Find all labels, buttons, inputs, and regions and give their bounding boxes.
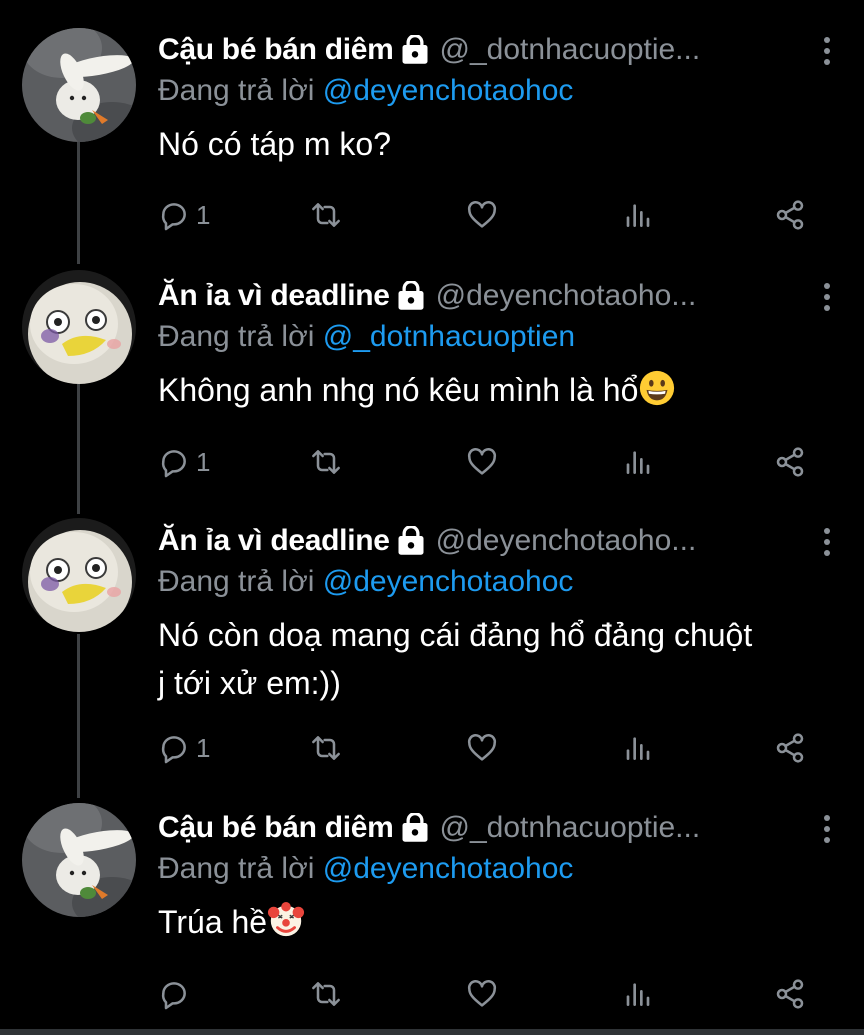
views-button[interactable] xyxy=(622,976,654,1012)
retweet-button[interactable] xyxy=(310,197,342,233)
reply-button[interactable] xyxy=(158,976,196,1012)
share-icon xyxy=(774,199,806,231)
retweet-icon xyxy=(310,978,342,1010)
reply-count: 1 xyxy=(196,732,211,763)
retweet-button[interactable] xyxy=(310,730,342,766)
grinning-face-emoji xyxy=(638,369,676,407)
retweet-icon xyxy=(310,199,342,231)
reply-icon xyxy=(158,732,190,764)
share-icon xyxy=(774,446,806,478)
display-name[interactable]: Cậu bé bán diêm xyxy=(158,811,394,845)
tweet-text: Không anh nhg nó kêu mình là hổ xyxy=(158,372,639,408)
like-button[interactable] xyxy=(466,976,498,1012)
like-icon xyxy=(466,199,498,231)
tweet-thread: Cậu bé bán diêm @_dotnhacuoptie... Đang … xyxy=(0,0,864,1035)
reply-count: 1 xyxy=(196,446,211,477)
thread-connector xyxy=(77,634,80,798)
tweet-text-line: j tới xử em:)) xyxy=(158,665,341,701)
action-bar xyxy=(0,976,864,1012)
views-icon xyxy=(622,199,654,231)
display-name[interactable]: Ăn ỉa vì deadline xyxy=(158,524,390,558)
replying-to: Đang trả lời @deyenchotaohoc xyxy=(158,74,834,114)
reply-mention-link[interactable]: @deyenchotaohoc xyxy=(323,74,574,107)
share-button[interactable] xyxy=(774,197,806,233)
rabbit-avatar[interactable] xyxy=(22,803,136,917)
retweet-button[interactable] xyxy=(310,976,342,1012)
views-icon xyxy=(622,978,654,1010)
tweet-text: Nó còn doạ mang cái đảng hổ đảng chuột j… xyxy=(158,611,834,707)
lock-icon xyxy=(396,526,426,556)
replying-to: Đang trả lời @deyenchotaohoc xyxy=(158,852,834,892)
views-button[interactable] xyxy=(622,730,654,766)
share-button[interactable] xyxy=(774,976,806,1012)
reply-count: 1 xyxy=(196,199,211,230)
like-icon xyxy=(466,732,498,764)
reply-button[interactable]: 1 xyxy=(158,197,210,233)
reply-prefix: Đang trả lời xyxy=(158,74,315,107)
views-icon xyxy=(622,732,654,764)
lock-icon xyxy=(400,35,430,65)
reply-mention-link[interactable]: @_dotnhacuoptien xyxy=(323,320,575,353)
reply-mention-link[interactable]: @deyenchotaohoc xyxy=(323,852,574,885)
tweet-text-container: Không anh nhg nó kêu mình là hổ xyxy=(158,366,834,414)
share-button[interactable] xyxy=(774,444,806,480)
replying-to: Đang trả lời @deyenchotaohoc xyxy=(158,565,834,605)
retweet-icon xyxy=(310,732,342,764)
reply-mention-link[interactable]: @deyenchotaohoc xyxy=(323,565,574,598)
reply-icon xyxy=(158,199,190,231)
retweet-button[interactable] xyxy=(310,444,342,480)
more-icon[interactable] xyxy=(820,814,834,844)
views-button[interactable] xyxy=(622,444,654,480)
reply-prefix: Đang trả lời xyxy=(158,320,315,353)
tweet-text-container: Trúa hề xyxy=(158,898,834,946)
replying-to: Đang trả lời @_dotnhacuoptien xyxy=(158,320,834,360)
like-button[interactable] xyxy=(466,197,498,233)
action-bar: 1 xyxy=(0,197,864,233)
share-icon xyxy=(774,732,806,764)
like-button[interactable] xyxy=(466,730,498,766)
user-handle[interactable]: @deyenchotaoho... xyxy=(436,279,697,313)
views-button[interactable] xyxy=(622,197,654,233)
bottom-divider xyxy=(0,1029,864,1035)
like-icon xyxy=(466,446,498,478)
reply-prefix: Đang trả lời xyxy=(158,852,315,885)
like-icon xyxy=(466,978,498,1010)
action-bar: 1 xyxy=(0,730,864,766)
tweet-text-line: Nó còn doạ mang cái đảng hổ đảng chuột xyxy=(158,617,753,653)
display-name[interactable]: Ăn ỉa vì deadline xyxy=(158,279,390,313)
lock-icon xyxy=(396,281,426,311)
reply-button[interactable]: 1 xyxy=(158,730,210,766)
duck-avatar[interactable] xyxy=(22,270,136,384)
reply-icon xyxy=(158,978,190,1010)
lock-icon xyxy=(400,813,430,843)
more-icon[interactable] xyxy=(820,282,834,312)
more-icon[interactable] xyxy=(820,527,834,557)
duck-avatar[interactable] xyxy=(22,518,136,632)
display-name[interactable]: Cậu bé bán diêm xyxy=(158,33,394,67)
user-handle[interactable]: @_dotnhacuoptie... xyxy=(440,33,701,67)
reply-icon xyxy=(158,446,190,478)
clown-face-emoji xyxy=(267,901,305,939)
reply-prefix: Đang trả lời xyxy=(158,565,315,598)
tweet-text: Trúa hề xyxy=(158,904,268,940)
rabbit-avatar[interactable] xyxy=(22,28,136,142)
user-handle[interactable]: @_dotnhacuoptie... xyxy=(440,811,701,845)
share-button[interactable] xyxy=(774,730,806,766)
like-button[interactable] xyxy=(466,444,498,480)
more-icon[interactable] xyxy=(820,36,834,66)
retweet-icon xyxy=(310,446,342,478)
action-bar: 1 xyxy=(0,444,864,480)
reply-button[interactable]: 1 xyxy=(158,444,210,480)
tweet-text: Nó có táp m ko? xyxy=(158,126,391,162)
user-handle[interactable]: @deyenchotaoho... xyxy=(436,524,697,558)
views-icon xyxy=(622,446,654,478)
share-icon xyxy=(774,978,806,1010)
